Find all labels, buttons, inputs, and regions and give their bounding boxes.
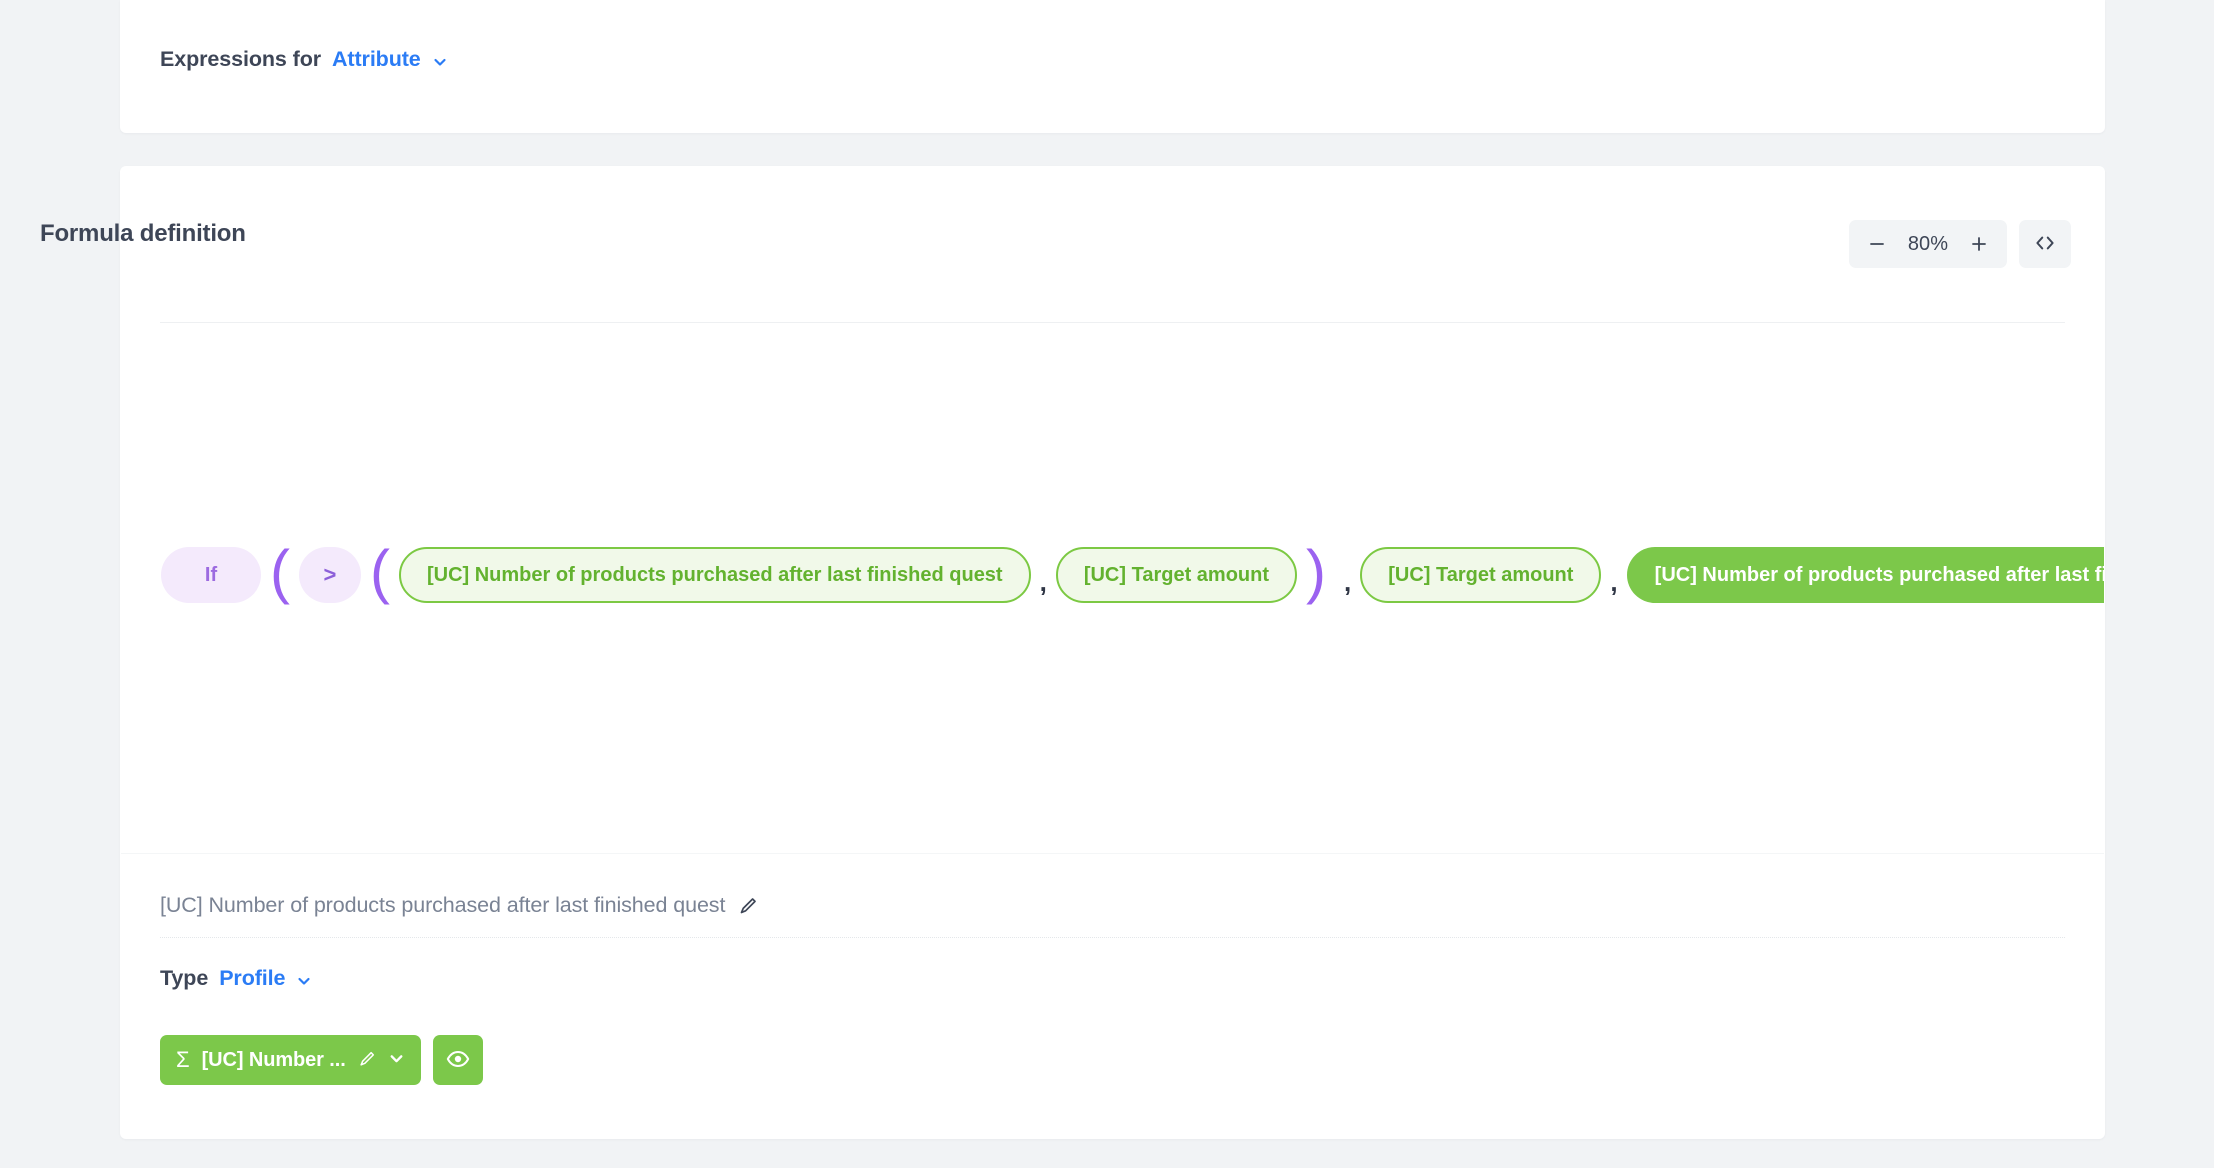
zoom-controls: 80%: [1849, 220, 2071, 268]
selected-item-header: [UC] Number of products purchased after …: [160, 893, 758, 918]
expressions-label: Expressions for: [160, 47, 321, 71]
page-title: Formula definition: [40, 220, 246, 247]
measure-label: [UC] Number ...: [201, 1048, 346, 1071]
code-view-button[interactable]: [2019, 220, 2071, 268]
chevron-down-icon[interactable]: [388, 1050, 405, 1070]
zoom-out-button[interactable]: [1855, 222, 1899, 266]
token-keyword-if[interactable]: If: [161, 547, 261, 603]
zoom-in-button[interactable]: [1957, 222, 2001, 266]
token-comma-2: ,: [1344, 566, 1352, 597]
chevron-down-icon[interactable]: [296, 973, 312, 989]
pencil-icon[interactable]: [358, 1050, 376, 1071]
selected-item-label: [UC] Number of products purchased after …: [160, 893, 726, 917]
formula-canvas[interactable]: If ( > ( [UC] Number of products purchas…: [121, 323, 2104, 853]
token-paren-open-2[interactable]: (: [361, 542, 399, 602]
token-paren-open-1[interactable]: (: [261, 542, 299, 602]
type-row: Type Profile: [160, 966, 312, 991]
detail-dotted-divider: [160, 937, 2065, 938]
token-chip-attribute-3[interactable]: [UC] Target amount: [1360, 547, 1602, 603]
token-comma-1: ,: [1039, 566, 1047, 597]
token-chip-attribute-1[interactable]: [UC] Number of products purchased after …: [398, 547, 1031, 603]
token-operator-greater-than[interactable]: >: [298, 547, 361, 603]
type-select[interactable]: Profile: [219, 966, 285, 991]
token-comma-3: ,: [1610, 566, 1618, 597]
pencil-icon[interactable]: [738, 896, 758, 916]
token-chip-attribute-2[interactable]: [UC] Target amount: [1055, 547, 1298, 603]
zoom-pill: 80%: [1849, 220, 2007, 268]
expressions-header: Expressions for Attribute: [160, 47, 448, 72]
expressions-entity-select[interactable]: Attribute: [332, 47, 421, 72]
type-label: Type: [160, 966, 209, 990]
zoom-level: 80%: [1907, 232, 1949, 255]
token-paren-close-1[interactable]: ): [1297, 542, 1335, 602]
chevron-down-icon[interactable]: [432, 54, 448, 70]
preview-button[interactable]: [432, 1035, 483, 1085]
eye-icon: [446, 1047, 470, 1074]
token-chip-attribute-selected[interactable]: [UC] Number of products purchased after …: [1626, 547, 2104, 603]
measure-row: Σ [UC] Number ...: [160, 1035, 483, 1085]
canvas-divider: [121, 853, 2104, 854]
expressions-card: Expressions for Attribute: [120, 0, 2105, 133]
measure-button[interactable]: Σ [UC] Number ...: [160, 1035, 421, 1085]
page-root: Expressions for Attribute Formula defini…: [0, 0, 2214, 1168]
code-brackets-icon: [2033, 232, 2057, 257]
formula-expression: If ( > ( [UC] Number of products purchas…: [161, 542, 2104, 605]
sigma-icon: Σ: [176, 1047, 190, 1072]
